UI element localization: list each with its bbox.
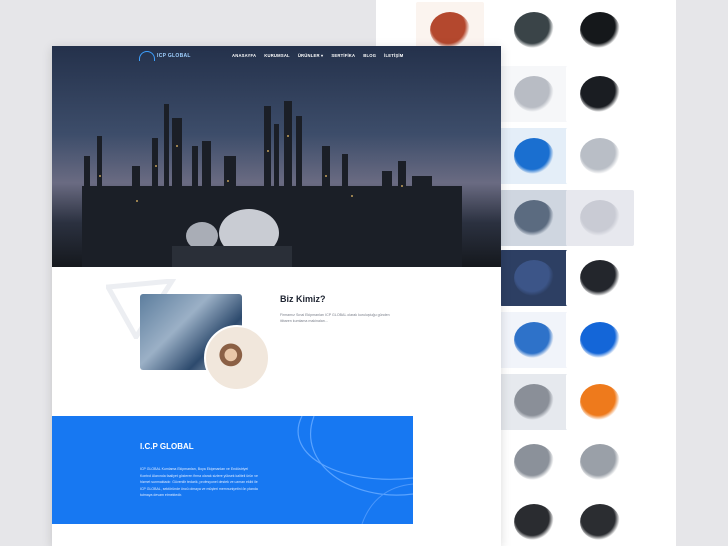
product-image bbox=[514, 384, 554, 420]
product-tile-black-grit[interactable] bbox=[566, 2, 634, 58]
product-image bbox=[580, 12, 620, 48]
logo-text: ICP GLOBAL bbox=[157, 53, 191, 59]
nav-item-corporate[interactable]: KURUMSAL bbox=[264, 53, 290, 58]
product-image bbox=[514, 322, 554, 358]
product-image bbox=[580, 200, 620, 236]
product-tile-glass-beads[interactable] bbox=[566, 190, 634, 246]
product-image bbox=[580, 260, 620, 296]
product-image bbox=[580, 322, 620, 358]
meeting-photo bbox=[204, 325, 270, 391]
product-image bbox=[514, 138, 554, 174]
nav-item-blog[interactable]: BLOG bbox=[363, 53, 376, 58]
product-image bbox=[514, 260, 554, 296]
product-tile-spray-gun-silver[interactable] bbox=[500, 374, 568, 430]
hero-section: ICP GLOBAL ANASAYFA KURUMSAL ÜRÜNLER ▾ S… bbox=[52, 46, 501, 267]
logo-arc-icon bbox=[139, 51, 155, 61]
main-nav: ANASAYFA KURUMSAL ÜRÜNLER ▾ SERTİFİKA BL… bbox=[232, 53, 403, 58]
product-tile-nozzle[interactable] bbox=[566, 128, 634, 184]
global-text: ICP GLOBAL Kumlama Ekipmanları, Boya Eki… bbox=[140, 467, 258, 497]
refinery-illustration bbox=[82, 101, 462, 267]
product-image bbox=[580, 384, 620, 420]
product-image bbox=[514, 444, 554, 480]
product-image bbox=[580, 138, 620, 174]
product-image bbox=[514, 200, 554, 236]
product-tile-grey-grit[interactable] bbox=[500, 190, 568, 246]
product-tile-blue-grit[interactable] bbox=[500, 250, 568, 306]
product-tile-black-granules[interactable] bbox=[566, 66, 634, 122]
product-tile-steel-balls[interactable] bbox=[500, 66, 568, 122]
product-image bbox=[514, 12, 554, 48]
product-image bbox=[430, 12, 470, 48]
about-section: Biz Kimiz? Firmamız Sınai Ekipmanları IC… bbox=[52, 267, 501, 417]
product-tile-blue-machine[interactable] bbox=[500, 128, 568, 184]
product-tile-spray-gun-cordless[interactable] bbox=[566, 312, 634, 368]
product-tile-spray-gun-orange[interactable] bbox=[566, 374, 634, 430]
website-preview: ICP GLOBAL ANASAYFA KURUMSAL ÜRÜNLER ▾ S… bbox=[52, 46, 501, 546]
site-logo[interactable]: ICP GLOBAL bbox=[139, 51, 191, 61]
product-tile-airless-unit[interactable] bbox=[500, 494, 568, 546]
product-image bbox=[514, 504, 554, 540]
about-title: Biz Kimiz? bbox=[280, 294, 326, 304]
product-tile-steel-grit[interactable] bbox=[500, 2, 568, 58]
nav-item-certificate[interactable]: SERTİFİKA bbox=[331, 53, 355, 58]
product-image bbox=[580, 444, 620, 480]
product-tile-spray-gun-cup[interactable] bbox=[500, 434, 568, 490]
nav-item-contact[interactable]: İLETİŞİM bbox=[384, 53, 403, 58]
product-tile-gauge-device[interactable] bbox=[566, 494, 634, 546]
nav-item-home[interactable]: ANASAYFA bbox=[232, 53, 256, 58]
product-tile-spray-gun-blue[interactable] bbox=[500, 312, 568, 368]
global-title: I.C.P GLOBAL bbox=[140, 442, 194, 451]
product-tile-black-particles[interactable] bbox=[566, 250, 634, 306]
product-image bbox=[514, 76, 554, 112]
product-image bbox=[580, 504, 620, 540]
nav-item-products[interactable]: ÜRÜNLER ▾ bbox=[298, 53, 324, 58]
global-section: I.C.P GLOBAL ICP GLOBAL Kumlama Ekipmanl… bbox=[52, 416, 413, 524]
showcase-frame: ICP GLOBAL ANASAYFA KURUMSAL ÜRÜNLER ▾ S… bbox=[0, 0, 728, 546]
product-tile-pressure-regulator[interactable] bbox=[566, 434, 634, 490]
product-image bbox=[580, 76, 620, 112]
about-text: Firmamız Sınai Ekipmanları ICP GLOBAL ol… bbox=[280, 313, 390, 323]
